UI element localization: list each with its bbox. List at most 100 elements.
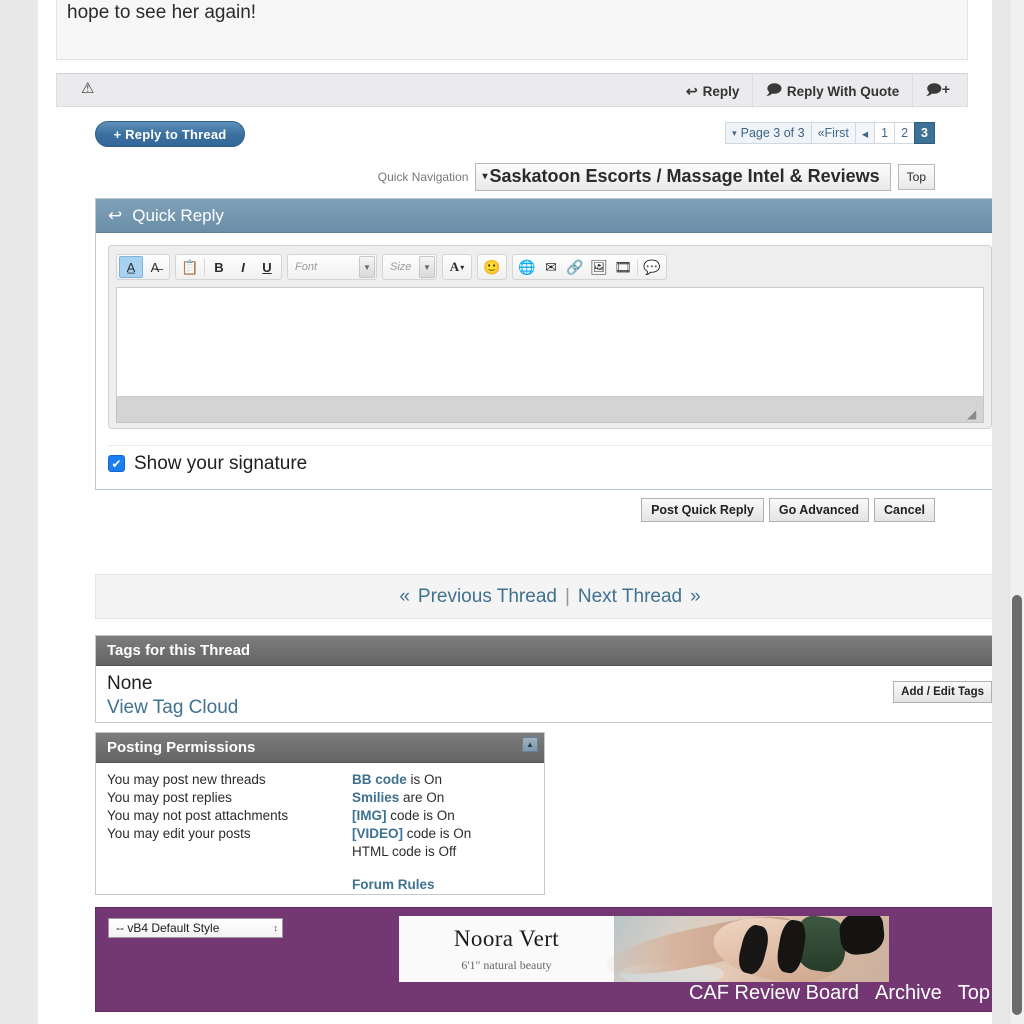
img-label[interactable]: [IMG] (352, 808, 387, 823)
italic-button[interactable]: I (231, 256, 255, 278)
post-quick-reply-button[interactable]: Post Quick Reply (641, 498, 764, 522)
first-page-button[interactable]: « First (810, 122, 856, 144)
color-glyph: A (449, 259, 460, 274)
quick-navigation-select[interactable]: ▾ Saskatoon Escorts / Massage Intel & Re… (475, 163, 891, 191)
tags-value: None (107, 673, 153, 694)
permission-item: You may edit your posts (107, 826, 251, 841)
message-textarea[interactable] (116, 287, 984, 397)
permission-item: You may not post attachments (107, 808, 289, 823)
collapse-icon[interactable]: ▲ (522, 737, 538, 752)
report-warning-icon[interactable]: ⚠ (81, 81, 95, 96)
page-footer: -- vB4 Default Style ↕ Noora Vert 6'1" n… (95, 907, 992, 1012)
chevron-down-icon: ▾ (460, 262, 465, 272)
insert-link-button[interactable]: 🌐 (515, 256, 539, 278)
quick-reply-actions: Post Quick Reply Go Advanced Cancel (641, 498, 935, 522)
go-advanced-button[interactable]: Go Advanced (768, 498, 869, 522)
video-label[interactable]: [VIDEO] (352, 826, 403, 841)
reply-curve-arrow-icon: ↩ (108, 206, 123, 225)
font-color-button[interactable]: A ▾ (445, 256, 469, 278)
separator: | (564, 585, 570, 607)
chevron-down-icon: ▼ (359, 256, 375, 278)
pagination: ▾ Page 3 of 3 « First ◂ 1 2 3 (725, 122, 935, 144)
forum-rules-link[interactable]: Forum Rules (352, 877, 533, 892)
show-signature-checkbox[interactable]: ✔ (108, 455, 125, 472)
double-chevron-left-icon: « (399, 585, 410, 607)
insert-video-button[interactable]: 🎞 (611, 256, 635, 278)
reply-button-label: Reply (702, 83, 740, 99)
bbcode-label[interactable]: BB code (352, 772, 407, 787)
smilies-label[interactable]: Smilies (352, 790, 399, 805)
vertical-scrollbar-thumb[interactable] (1012, 595, 1022, 1015)
page-link-1[interactable]: 1 (874, 122, 896, 144)
paste-clipboard-icon[interactable]: 📋 (178, 256, 202, 278)
page-indicator-label: Page 3 of 3 (740, 126, 805, 140)
double-chevron-right-icon: » (690, 585, 701, 607)
ad-subtitle: 6'1" natural beauty (461, 957, 552, 972)
double-chevron-left-icon: « (817, 126, 825, 140)
posting-permissions-header: Posting Permissions ▲ (96, 733, 544, 763)
bold-button[interactable]: B (207, 256, 231, 278)
post-body-text: hope to see her again! (67, 2, 257, 23)
footer-link-top[interactable]: Top (958, 982, 990, 1005)
advertisement-banner[interactable]: Noora Vert 6'1" natural beauty (399, 916, 889, 982)
add-edit-tags-button[interactable]: Add / Edit Tags (893, 681, 992, 703)
html-code-status: HTML code is Off (352, 844, 457, 859)
page-link-2[interactable]: 2 (894, 122, 916, 144)
first-page-label: First (824, 126, 849, 140)
ad-text-block: Noora Vert 6'1" natural beauty (399, 916, 614, 982)
unlink-button[interactable]: 🔗 (563, 256, 587, 278)
page-indicator[interactable]: ▾ Page 3 of 3 (725, 122, 812, 144)
font-family-select[interactable]: Font ▼ (287, 254, 377, 280)
chevron-down-icon: ▼ (419, 256, 435, 278)
smiley-face-icon: 🙂 (483, 259, 501, 275)
next-thread-link[interactable]: Next Thread (578, 586, 682, 608)
insert-email-button[interactable]: ✉ (539, 256, 563, 278)
quick-reply-panel: ↩ Quick Reply A̲ A̶ 📋 B I U Font ▼ Size … (95, 198, 992, 490)
post-body-tail: hope to see her again! (56, 0, 968, 60)
italic-glyph: I (241, 259, 245, 275)
underline-button[interactable]: U (255, 256, 279, 278)
toolbar-group-color: A ▾ (442, 254, 472, 280)
toggle-wysiwyg-icon[interactable]: A̲ (119, 256, 143, 278)
insert-image-button[interactable]: 🖼 (587, 256, 611, 278)
resize-handle-icon[interactable]: ◢ (967, 408, 979, 420)
cancel-button[interactable]: Cancel (874, 498, 935, 522)
ad-photo (601, 916, 889, 982)
ad-photo-shape (837, 916, 886, 957)
video-code-status: [VIDEO] code is On (352, 825, 533, 843)
style-chooser-select[interactable]: -- vB4 Default Style ↕ (108, 918, 283, 938)
reply-with-quote-button[interactable]: 🗩 Reply With Quote (752, 74, 912, 108)
chevron-down-icon: ▾ (732, 127, 737, 138)
smilie-button[interactable]: 🙂 (480, 256, 504, 278)
chevron-down-icon: ▾ (482, 171, 488, 182)
quick-reply-title: Quick Reply (132, 205, 224, 225)
prev-page-button[interactable]: ◂ (854, 122, 876, 144)
multiquote-button[interactable]: 🗩+ (912, 74, 963, 108)
top-button[interactable]: Top (897, 164, 935, 190)
toolbar-group-smilie: 🙂 (477, 254, 507, 280)
speech-bubble-icon: 💬 (643, 259, 661, 275)
remove-formatting-icon[interactable]: A̶ (143, 256, 167, 278)
quick-navigation-row: Quick Navigation ▾ Saskatoon Escorts / M… (378, 163, 935, 191)
footer-link-caf-review-board[interactable]: CAF Review Board (689, 982, 859, 1005)
view-tag-cloud-link[interactable]: View Tag Cloud (107, 696, 992, 720)
editor-shell: A̲ A̶ 📋 B I U Font ▼ Size ▼ A ▾ 🙂 🌐 ✉ 🔗 … (108, 245, 992, 429)
size-select-placeholder: Size (390, 261, 412, 273)
permission-item: You may post replies (107, 790, 232, 805)
font-size-select[interactable]: Size ▼ (382, 254, 437, 280)
broken-link-icon: 🔗 (566, 259, 584, 275)
reply-button[interactable]: ↩ Reply (673, 74, 753, 108)
wrap-quote-button[interactable]: 💬 (640, 256, 664, 278)
posting-permissions-panel: Posting Permissions ▲ You may post new t… (95, 732, 545, 895)
footer-links: CAF Review Board Archive Top (689, 982, 990, 1005)
smilies-value: are On (399, 790, 445, 805)
bold-glyph: B (214, 259, 224, 275)
toolbar-group-insert: 🌐 ✉ 🔗 🖼 🎞 💬 (512, 254, 667, 280)
bbcode-value: is On (406, 772, 443, 787)
page-link-3-current[interactable]: 3 (914, 122, 935, 144)
vertical-scrollbar-track[interactable] (1009, 0, 1024, 1024)
reply-to-thread-button[interactable]: + Reply to Thread (95, 121, 245, 147)
previous-thread-link[interactable]: Previous Thread (418, 586, 557, 608)
footer-link-archive[interactable]: Archive (875, 982, 942, 1005)
post-controls-bar: ⚠ ↩ Reply 🗩 Reply With Quote 🗩+ (56, 73, 968, 108)
